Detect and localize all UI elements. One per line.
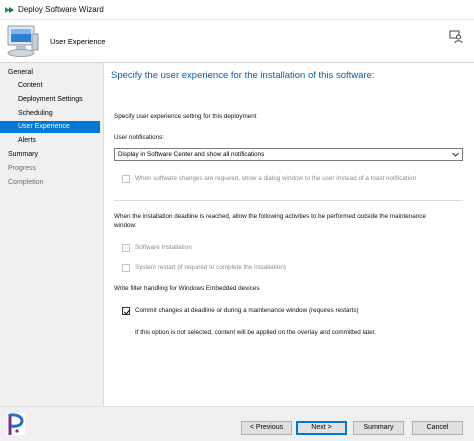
brand-logo-icon <box>5 411 29 439</box>
window-title: Deploy Software Wizard <box>18 5 104 14</box>
software-installation-checkbox[interactable] <box>122 244 130 252</box>
commit-changes-checkbox[interactable] <box>122 307 131 315</box>
next-button[interactable]: Next > <box>296 421 347 435</box>
nav-item-summary[interactable]: Summary <box>0 149 100 161</box>
wizard-navigation: General Content Deployment Settings Sche… <box>0 63 104 406</box>
intro-text: Specify user experience setting for this… <box>114 113 257 120</box>
checkmark-icon <box>123 309 131 315</box>
nav-item-progress: Progress <box>8 165 37 172</box>
software-installation-label: Software Installation <box>135 244 192 251</box>
nav-item-completion: Completion <box>8 179 44 186</box>
commit-changes-label: Commit changes at deadline or during a m… <box>135 307 359 314</box>
user-notifications-label: User notifications: <box>114 134 165 141</box>
nav-item-deployment-settings[interactable]: Deployment Settings <box>0 94 100 106</box>
wizard-footer: < Previous Next > Summary Cancel <box>0 406 474 441</box>
computer-wizard-icon <box>5 24 41 60</box>
app-arrow-icon <box>4 5 14 17</box>
system-restart-checkbox[interactable] <box>122 264 130 272</box>
deadline-text-line2: window: <box>114 222 137 229</box>
summary-button[interactable]: Summary <box>353 421 404 435</box>
help-user-icon[interactable] <box>449 30 463 46</box>
previous-button[interactable]: < Previous <box>241 421 292 435</box>
nav-item-general[interactable]: General <box>0 67 100 79</box>
nav-item-alerts[interactable]: Alerts <box>0 135 100 147</box>
write-filter-label: Write filter handling for Windows Embedd… <box>114 285 260 292</box>
system-restart-label: System restart (if required to complete … <box>135 264 286 271</box>
divider <box>114 200 463 201</box>
wizard-header: User Experience <box>0 20 474 63</box>
page-title: User Experience <box>50 37 106 46</box>
deadline-text-line1: When the installation deadline is reache… <box>114 213 426 220</box>
toast-option-label: When software changes are required, show… <box>135 175 417 182</box>
user-notifications-select[interactable]: Display in Software Center and show all … <box>114 148 463 161</box>
user-notifications-value: Display in Software Center and show all … <box>118 151 265 158</box>
cancel-button[interactable]: Cancel <box>412 421 463 435</box>
toast-option-checkbox[interactable] <box>122 175 130 183</box>
title-bar: Deploy Software Wizard <box>0 0 474 20</box>
page-heading: Specify the user experience for the inst… <box>111 70 375 81</box>
nav-item-user-experience[interactable]: User Experience <box>0 121 100 133</box>
nav-item-content[interactable]: Content <box>0 80 100 92</box>
chevron-down-icon[interactable] <box>451 150 460 161</box>
nav-item-scheduling[interactable]: Scheduling <box>0 108 100 120</box>
main-content: Specify the user experience for the inst… <box>105 63 474 406</box>
commit-note-text: If this option is not selected, content … <box>135 329 377 336</box>
